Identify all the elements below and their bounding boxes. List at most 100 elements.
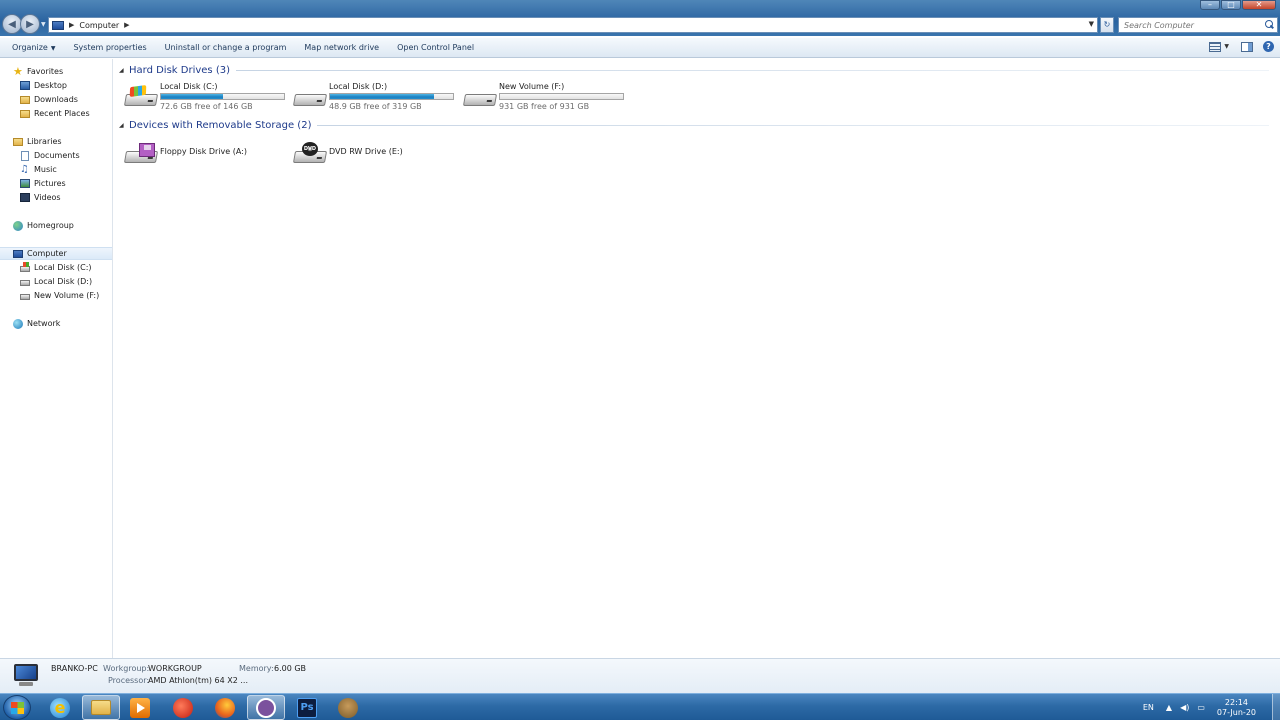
viber-icon (256, 697, 276, 718)
drive-name: Local Disk (D:) (329, 82, 388, 91)
nav-downloads[interactable]: Downloads (0, 93, 112, 106)
drive-usage-bar (160, 93, 285, 100)
nav-recent-places[interactable]: Recent Places (0, 107, 112, 120)
drive-local-disk-c[interactable]: Local Disk (C:) 72.6 GB free of 146 GB (123, 82, 290, 112)
memory-value: 6.00 GB (274, 664, 307, 673)
windows-drive-icon (123, 84, 159, 108)
music-icon: ♫ (20, 163, 29, 175)
refresh-button[interactable]: ↻ (1100, 17, 1114, 33)
navigation-pane: ★ Favorites Desktop Downloads Recent Plac… (0, 59, 113, 658)
nav-desktop[interactable]: Desktop (0, 79, 112, 92)
breadcrumb-separator-icon[interactable]: ▶ (124, 21, 129, 29)
search-box[interactable] (1118, 17, 1278, 33)
taskbar-firefox[interactable] (206, 695, 244, 720)
nav-label: Libraries (27, 137, 62, 146)
taskbar-viber[interactable] (247, 695, 285, 720)
drive-local-disk-d[interactable]: Local Disk (D:) 48.9 GB free of 319 GB (292, 82, 459, 112)
language-indicator[interactable]: EN (1143, 703, 1154, 712)
collapse-triangle-icon[interactable]: ◢ (119, 67, 124, 74)
nav-documents[interactable]: Documents (0, 149, 112, 162)
nav-label: Documents (34, 151, 80, 160)
back-button[interactable]: ◀ (2, 14, 22, 34)
nav-homegroup[interactable]: Homegroup (0, 219, 112, 232)
taskbar: e Ps EN ▲ ◀) ▭ 22:14 07-Jun-20 (0, 693, 1280, 720)
system-properties-button[interactable]: System properties (64, 43, 155, 52)
open-control-panel-button[interactable]: Open Control Panel (388, 43, 483, 52)
collapse-triangle-icon[interactable]: ◢ (119, 122, 124, 129)
nav-favorites[interactable]: ★ Favorites (0, 65, 112, 78)
group-divider (317, 125, 1269, 126)
taskbar-red-app[interactable] (164, 695, 202, 720)
computer-monitor-icon (12, 664, 40, 686)
close-button[interactable]: ✕ (1242, 0, 1276, 10)
nav-label: Pictures (34, 179, 66, 188)
drive-floppy-a[interactable]: Floppy Disk Drive (A:) (123, 139, 290, 169)
map-network-drive-button[interactable]: Map network drive (295, 43, 388, 52)
nav-pictures[interactable]: Pictures (0, 177, 112, 190)
nav-videos[interactable]: Videos (0, 191, 112, 204)
show-hidden-icons-icon[interactable]: ▲ (1166, 703, 1172, 712)
chevron-down-icon: ▼ (50, 45, 56, 52)
clock-time: 22:14 (1224, 697, 1248, 707)
breadcrumb-separator-icon[interactable]: ▶ (69, 21, 74, 29)
memory-label: Memory: (239, 664, 274, 673)
change-view-icon[interactable] (1209, 41, 1222, 52)
address-history-dropdown-icon[interactable]: ▼ (1089, 20, 1094, 28)
organize-menu[interactable]: Organize ▼ (0, 43, 64, 52)
drive-new-volume-f[interactable]: New Volume (F:) 931 GB free of 931 GB (462, 82, 629, 112)
maximize-button[interactable]: □ (1221, 0, 1241, 10)
drive-usage-bar (329, 93, 454, 100)
group-hard-disk-drives[interactable]: ◢ Hard Disk Drives (3) (119, 65, 1269, 76)
view-options-dropdown-icon[interactable]: ▼ (1224, 43, 1229, 50)
show-desktop-button[interactable] (1272, 694, 1280, 720)
search-input[interactable] (1119, 20, 1264, 30)
floppy-drive-icon (123, 143, 159, 165)
drive-free-space: 48.9 GB free of 319 GB (329, 102, 422, 111)
windows-drive-icon (20, 261, 30, 272)
homegroup-icon (13, 220, 23, 231)
volume-icon[interactable]: ◀) (1180, 703, 1189, 712)
breadcrumb-computer[interactable]: Computer (79, 21, 119, 30)
help-icon[interactable]: ? (1263, 41, 1274, 52)
view-controls: ▼ ? (1209, 41, 1274, 52)
processor-label: Processor: (108, 676, 150, 685)
organize-label: Organize (12, 43, 48, 52)
taskbar-windows-explorer[interactable] (82, 695, 120, 720)
clock[interactable]: 22:14 07-Jun-20 (1217, 698, 1256, 718)
pictures-icon (20, 179, 30, 188)
nav-network[interactable]: Network (0, 317, 112, 330)
group-removable-storage[interactable]: ◢ Devices with Removable Storage (2) (119, 120, 1269, 131)
start-button[interactable] (3, 695, 31, 720)
preview-pane-icon[interactable] (1241, 41, 1253, 52)
taskbar-internet-explorer[interactable]: e (41, 695, 79, 720)
dvd-drive-icon: DVD (292, 142, 328, 165)
pc-name: BRANKO-PC (51, 664, 98, 673)
network-tray-icon[interactable]: ▭ (1197, 703, 1205, 712)
group-title: Hard Disk Drives (3) (129, 65, 230, 76)
nav-label: Local Disk (D:) (34, 277, 93, 286)
search-icon[interactable] (1264, 20, 1274, 30)
nav-local-disk-d[interactable]: Local Disk (D:) (0, 275, 112, 288)
taskbar-media-player[interactable] (121, 695, 159, 720)
nav-libraries[interactable]: Libraries (0, 135, 112, 148)
nav-computer[interactable]: Computer (0, 247, 112, 260)
command-bar: Organize ▼ System properties Uninstall or… (0, 38, 1280, 58)
taskbar-gimp[interactable] (329, 695, 367, 720)
minimize-button[interactable]: – (1200, 0, 1220, 10)
gimp-icon (338, 697, 358, 718)
windows-logo-icon (11, 702, 24, 714)
content-pane: ◢ Hard Disk Drives (3) Local Disk (C:) 7… (114, 59, 1280, 658)
drive-dvd-e[interactable]: DVD DVD RW Drive (E:) (292, 139, 459, 169)
workgroup-label: Workgroup: (103, 664, 150, 673)
nav-music[interactable]: ♫ Music (0, 163, 112, 176)
nav-new-volume-f[interactable]: New Volume (F:) (0, 289, 112, 302)
system-tray: EN ▲ ◀) ▭ 22:14 07-Jun-20 (1143, 694, 1280, 720)
refresh-icon: ↻ (1103, 20, 1111, 29)
media-player-icon (130, 697, 150, 718)
taskbar-photoshop[interactable]: Ps (288, 695, 326, 720)
address-bar[interactable]: ▶ Computer ▶ ▼ (48, 17, 1098, 33)
forward-button[interactable]: ▶ (20, 14, 40, 34)
uninstall-program-button[interactable]: Uninstall or change a program (156, 43, 296, 52)
nav-local-disk-c[interactable]: Local Disk (C:) (0, 261, 112, 274)
recent-pages-dropdown[interactable]: ▼ (40, 14, 48, 34)
